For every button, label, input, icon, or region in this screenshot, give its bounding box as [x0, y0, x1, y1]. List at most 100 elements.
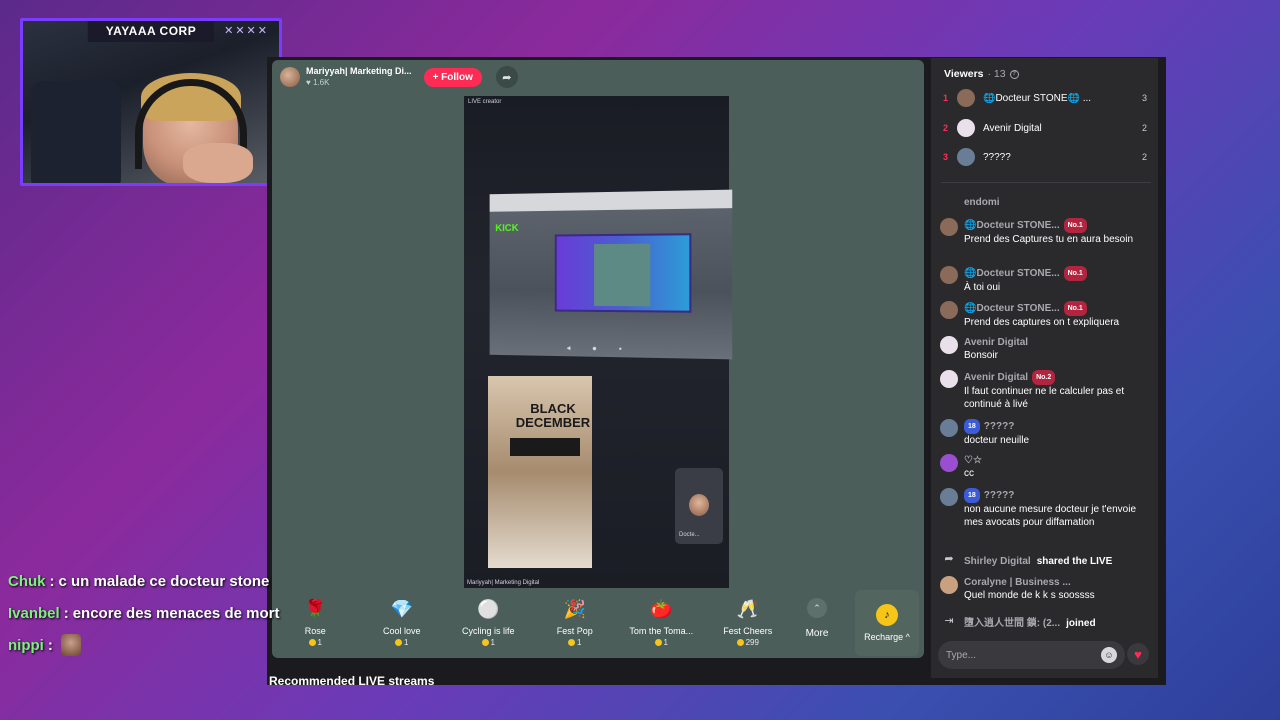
avatar[interactable] [940, 301, 958, 319]
host-bar: Mariyyah| Marketing Di... ♥ 1.6K + Follo… [280, 64, 518, 90]
diamond-heart-icon: 💎 [390, 598, 413, 619]
stream-video: LIVE creator KICK ◂●▪ BLACK DECEMBER Doc… [464, 96, 733, 588]
gift-rose[interactable]: 🌹 Rose 1 [272, 596, 359, 648]
chat-username[interactable]: Shirley Digital [964, 555, 1031, 568]
chat-username[interactable]: 18????? [964, 488, 1155, 503]
chat-username-text: Avenir Digital [964, 372, 1029, 383]
black-december-poster: BLACK DECEMBER [488, 376, 592, 568]
overlay-chat: Chuk : c un malade ce docteur stone Ivan… [8, 565, 279, 661]
viewer-score: 2 [1141, 123, 1147, 133]
share-icon[interactable]: ➦ [495, 66, 518, 88]
avatar[interactable] [940, 218, 958, 236]
avatar[interactable] [940, 419, 958, 437]
coin-icon [568, 639, 576, 646]
stream-top-label: LIVE creator [468, 99, 502, 105]
chat-username[interactable]: 🌐Docteur STONE... No.1 [964, 218, 1133, 233]
chat-text: Quel monde de k k s soossss [964, 590, 1095, 601]
chat-message: 🌐Docteur STONE... No.1 Prend des captures… [940, 301, 1155, 329]
webcam-hand [183, 143, 253, 183]
avatar[interactable] [940, 488, 958, 506]
top-viewer-row[interactable]: 3 ????? 2 [943, 147, 1153, 167]
chat-text: non aucune mesure docteur je t'envoie me… [964, 504, 1137, 528]
host-avatar[interactable] [280, 67, 300, 87]
overlay-username: Chuk [8, 572, 46, 590]
gift-cool-love[interactable]: 💎 Cool love 1 [359, 596, 446, 648]
chat-text: cc [964, 468, 974, 479]
chat-username[interactable]: 18????? [964, 419, 1029, 434]
chat-input[interactable] [946, 649, 1101, 661]
info-icon[interactable]: ? [1009, 69, 1019, 79]
gift-price: 1 [654, 638, 668, 647]
gift-fest-cheers[interactable]: 🥂 Fest Cheers 299 [705, 596, 792, 648]
chat-message: Avenir Digital No.2 Il faut continuer ne … [940, 370, 1155, 411]
viewers-header: Viewers · 13 ? [944, 68, 1019, 80]
chat-text: Il faut continuer ne le calculer pas et … [964, 386, 1125, 410]
chat-username[interactable]: 🌐Docteur STONE... No.1 [964, 266, 1087, 281]
viewer-name: ????? [983, 151, 1011, 163]
host-name[interactable]: Mariyyah| Marketing Di... [306, 66, 412, 77]
webcam-decoration: ✕✕✕✕ [224, 25, 269, 37]
chat-username[interactable]: Coralyne | Business ... [964, 576, 1095, 589]
gift-fest-pop[interactable]: 🎉 Fest Pop 1 [532, 596, 619, 648]
chat-text: Prend des captures on t expliquera [964, 317, 1120, 328]
gift-name: Rose [304, 626, 326, 636]
overlay-chat-line: Ivanbel : encore des menaces de mort [8, 597, 279, 629]
overlay-separator: : [63, 604, 69, 622]
avatar[interactable] [940, 266, 958, 284]
chat-message: 18????? non aucune mesure docteur je t'e… [940, 488, 1155, 529]
chat-username[interactable]: Avenir Digital No.2 [964, 370, 1155, 385]
chat-text: joined [1066, 617, 1096, 629]
coin-music-icon: ♪ [876, 604, 898, 626]
rank-badge: No.2 [1032, 370, 1056, 385]
avatar [957, 148, 975, 166]
rank-badge: No.1 [1063, 266, 1087, 281]
gift-name: Cycling is life [461, 626, 515, 636]
avatar[interactable] [940, 370, 958, 388]
follow-button[interactable]: + Follow [423, 67, 482, 87]
gift-price-value: 1 [404, 638, 409, 647]
webcam-label: YAYAAA CORP [87, 21, 215, 42]
pip-guest: Docte... [675, 468, 723, 544]
host-likes-count: 1.6K [312, 78, 330, 87]
gift-price-value: 1 [317, 638, 322, 647]
chat-text: À toi oui [964, 282, 1001, 293]
level-badge: 18 [964, 488, 980, 503]
top-viewer-row[interactable]: 2 Avenir Digital 2 [943, 118, 1153, 138]
chat-message: Avenir Digital Bonsoir [940, 336, 1155, 362]
viewers-divider [941, 182, 1151, 183]
chat-username-text: ????? [983, 421, 1015, 432]
rank-badge: No.1 [1063, 218, 1087, 233]
nested-mini-screen [594, 243, 651, 307]
pip-label: Docte... [679, 532, 700, 538]
coin-icon [736, 639, 744, 646]
gift-price-value: 1 [577, 638, 582, 647]
host-info: Mariyyah| Marketing Di... ♥ 1.6K [306, 66, 412, 88]
heart-icon[interactable]: ♥ [1127, 643, 1149, 665]
viewer-name: Avenir Digital [983, 122, 1042, 134]
chat-username[interactable]: Avenir Digital [964, 336, 1028, 349]
chat-message: endomi [940, 196, 1155, 214]
chat-username[interactable]: 🌐Docteur STONE... No.1 [964, 301, 1119, 316]
coin-icon [308, 639, 316, 646]
avatar[interactable] [940, 454, 958, 472]
chat-message: 🌐Docteur STONE... No.1 Prend des Captures… [940, 218, 1155, 246]
chat-username-text: 🌐Docteur STONE... [964, 303, 1060, 314]
top-viewer-row[interactable]: 1 🌐Docteur STONE🌐 ... 3 [943, 88, 1153, 108]
gift-price: 299 [736, 638, 759, 647]
chat-username[interactable]: 墮入逍人世間 鎖: (2... [964, 617, 1060, 630]
avatar[interactable] [940, 576, 958, 594]
tomato-icon: 🍅 [650, 598, 673, 619]
gift-tom-tomato[interactable]: 🍅 Tom the Toma... 1 [618, 596, 705, 648]
avatar[interactable] [940, 336, 958, 354]
gift-cycling[interactable]: ⚪ Cycling is life 1 [445, 596, 532, 648]
recharge-button[interactable]: ♪ Recharge ^ [855, 590, 919, 656]
more-gifts-button[interactable]: ⌃ More [800, 598, 834, 639]
chat-username[interactable]: ♡☆ [964, 454, 982, 467]
host-likes: ♥ 1.6K [306, 78, 330, 87]
overlay-separator: : [49, 572, 55, 590]
overlay-chat-line: Chuk : c un malade ce docteur stone [8, 565, 279, 597]
cheers-icon: 🥂 [736, 598, 759, 619]
chat-text: Prend des Captures tu en aura besoin [964, 234, 1133, 245]
emoji-icon[interactable]: ☺ [1101, 647, 1117, 663]
chat-text: shared the LIVE [1036, 555, 1113, 567]
